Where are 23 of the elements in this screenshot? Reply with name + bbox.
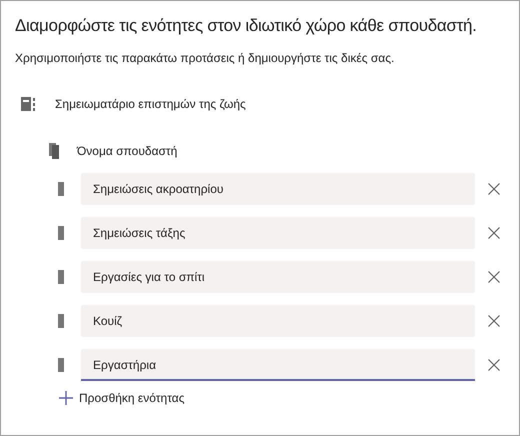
- section-name-field[interactable]: Σημειώσεις ακροατηρίου: [81, 173, 475, 205]
- notebook-name: Σημειωματάριο επιστημών της ζωής: [55, 97, 246, 111]
- section-name-field[interactable]: Εργαστήρια: [81, 349, 475, 381]
- section-icon: [58, 270, 64, 284]
- page-title: Διαμορφώστε τις ενότητες στον ιδιωτικό χώρο κάθε σπουδαστή.: [15, 15, 478, 37]
- section-icon: [58, 226, 64, 240]
- close-icon: [488, 271, 500, 283]
- close-icon: [488, 227, 500, 239]
- section-name-field[interactable]: Σημειώσεις τάξης: [81, 217, 475, 249]
- close-icon: [488, 359, 500, 371]
- add-section-button[interactable]: Προσθήκη ενότητας: [59, 391, 184, 405]
- close-icon: [488, 183, 500, 195]
- section-group-icon: [49, 143, 59, 159]
- notebook-icon: [21, 97, 35, 111]
- student-name: Όνομα σπουδαστή: [77, 144, 178, 158]
- page-subtitle: Χρησιμοποιήστε τις παρακάτω προτάσεις ή δημιουργήστε τις δικές σας.: [15, 51, 396, 65]
- plus-icon: [59, 391, 73, 405]
- close-icon: [488, 315, 500, 327]
- section-name-field[interactable]: Εργασίες για το σπίτι: [81, 261, 475, 293]
- section-icon: [58, 358, 64, 372]
- section-icon: [58, 314, 64, 328]
- section-name-field[interactable]: Κουίζ: [81, 305, 475, 337]
- section-icon: [58, 182, 64, 196]
